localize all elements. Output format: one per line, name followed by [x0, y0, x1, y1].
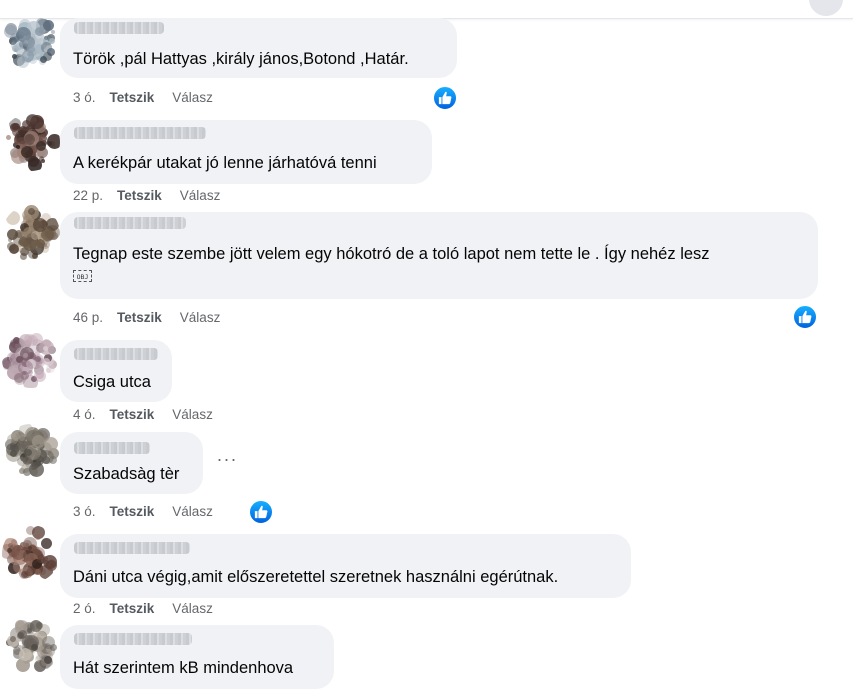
comment-actions: 2 ó. Tetszik Válasz: [73, 600, 213, 618]
comment-text: Hát szerintem kB mindenhova: [73, 659, 294, 677]
comment-timestamp[interactable]: 46 p.: [73, 309, 103, 327]
like-reaction-icon[interactable]: [248, 499, 274, 525]
comment-timestamp[interactable]: 3 ó.: [73, 503, 96, 521]
avatar-pixel: [23, 467, 32, 476]
reply-button[interactable]: Válasz: [172, 600, 213, 618]
comment-actions: 46 p. Tetszik Válasz: [73, 309, 220, 327]
comment-actions: 3 ó. Tetszik Válasz: [73, 503, 213, 521]
avatar-pixel: [46, 133, 60, 149]
author-name-blurred[interactable]: [74, 22, 164, 34]
avatar[interactable]: [2, 616, 60, 674]
comment-bubble: Dáni utca végig,amit előszeretettel szer…: [60, 534, 631, 598]
avatar-pixel: [8, 243, 19, 254]
scroll-top-button[interactable]: [809, 0, 843, 16]
avatar-pixel: [40, 158, 45, 163]
avatar-pixel: [27, 208, 35, 216]
avatar-pixel: [6, 548, 12, 554]
comment-bubble: Csiga utca: [60, 340, 172, 402]
avatar-pixel: [40, 537, 52, 549]
comment-actions: 22 p. Tetszik Válasz: [73, 187, 220, 205]
avatar-pixel: [43, 655, 52, 664]
author-name-blurred[interactable]: [74, 442, 150, 454]
comment-actions: 4 ó. Tetszik Válasz: [73, 406, 213, 424]
like-button[interactable]: Tetszik: [110, 600, 155, 618]
comment-timestamp[interactable]: 4 ó.: [73, 406, 96, 424]
author-name-blurred[interactable]: [74, 348, 158, 360]
more-options-icon[interactable]: ···: [215, 450, 239, 472]
author-name-blurred[interactable]: [74, 542, 190, 554]
avatar-pixel: [35, 355, 42, 362]
avatar-pixel: [41, 456, 50, 465]
like-button[interactable]: Tetszik: [117, 187, 162, 205]
avatar-pixel: [14, 619, 25, 630]
author-name-blurred[interactable]: [74, 217, 186, 229]
comment-timestamp[interactable]: 3 ó.: [73, 89, 96, 107]
comment-text: Tegnap este szembe jött velem egy hókotr…: [73, 245, 710, 263]
avatar-pixel: [35, 456, 41, 462]
comment-text: Dáni utca végig,amit előszeretettel szer…: [73, 568, 559, 586]
reply-button[interactable]: Válasz: [172, 89, 213, 107]
comment-text: Csiga utca: [73, 373, 151, 391]
like-button[interactable]: Tetszik: [110, 89, 155, 107]
avatar-pixel: [24, 448, 32, 456]
avatar-pixel: [6, 211, 21, 226]
panel-top-edge: [0, 0, 853, 19]
avatar-pixel: [26, 525, 36, 535]
avatar-pixel: [45, 363, 55, 373]
comment-bubble: A kerékpár utakat jó lenne járhatóvá ten…: [60, 120, 432, 184]
avatar[interactable]: [2, 12, 60, 70]
comment-text: Szabadsàg tèr: [73, 465, 180, 483]
avatar-pixel: [34, 27, 44, 37]
like-reaction-icon[interactable]: [432, 85, 458, 111]
avatar-pixel: [36, 555, 44, 563]
comment-text: A kerékpár utakat jó lenne járhatóvá ten…: [73, 154, 377, 172]
avatar-pixel: [21, 35, 33, 47]
avatar-pixel: [13, 372, 24, 383]
avatar-pixel: [20, 542, 26, 548]
like-reaction-icon[interactable]: [792, 304, 818, 330]
avatar-pixel: [33, 217, 48, 232]
comment-bubble: Szabadsàg tèr: [60, 432, 203, 494]
avatar-pixel: [11, 538, 18, 545]
avatar-pixel: [20, 570, 28, 578]
comments-panel: Török ,pál Hattyas ,király jános,Botond …: [0, 0, 853, 696]
avatar-pixel: [23, 333, 35, 345]
comment-timestamp[interactable]: 2 ó.: [73, 600, 96, 618]
avatar-pixel: [22, 374, 38, 388]
avatar-pixel: [5, 135, 11, 141]
comment-timestamp[interactable]: 22 p.: [73, 187, 103, 205]
avatar[interactable]: [2, 525, 60, 583]
like-button[interactable]: Tetszik: [110, 406, 155, 424]
avatar-pixel: [40, 41, 52, 53]
avatar-pixel: [11, 44, 19, 52]
avatar-pixel: [34, 534, 41, 541]
avatar[interactable]: [2, 330, 60, 388]
comment-text: Török ,pál Hattyas ,király jános,Botond …: [73, 50, 409, 68]
avatar-pixel: [9, 636, 16, 643]
avatar-pixel: [30, 231, 40, 241]
avatar-pixel: [43, 345, 49, 351]
reply-button[interactable]: Válasz: [172, 406, 213, 424]
comment-actions: 3 ó. Tetszik Válasz: [73, 89, 213, 107]
avatar-pixel: [23, 134, 35, 146]
like-button[interactable]: Tetszik: [110, 503, 155, 521]
avatar-pixel: [6, 228, 18, 240]
avatar-pixel: [28, 461, 44, 477]
like-button[interactable]: Tetszik: [117, 309, 162, 327]
comment-bubble: Hát szerintem kB mindenhova: [60, 625, 334, 689]
avatar-pixel: [32, 428, 38, 434]
reply-button[interactable]: Válasz: [172, 503, 213, 521]
avatar[interactable]: [2, 205, 60, 263]
author-name-blurred[interactable]: [74, 633, 192, 645]
avatar[interactable]: [2, 424, 60, 482]
avatar-pixel: [20, 252, 28, 260]
author-name-blurred[interactable]: [74, 127, 206, 139]
avatar[interactable]: [2, 113, 60, 171]
reply-button[interactable]: Válasz: [180, 309, 221, 327]
comment-bubble: Török ,pál Hattyas ,király jános,Botond …: [60, 18, 457, 78]
reply-button[interactable]: Válasz: [180, 187, 221, 205]
emoji-object-placeholder: OBJ: [73, 270, 92, 282]
comment-bubble: Tegnap este szembe jött velem egy hókotr…: [60, 212, 818, 299]
avatar-pixel: [31, 643, 39, 651]
